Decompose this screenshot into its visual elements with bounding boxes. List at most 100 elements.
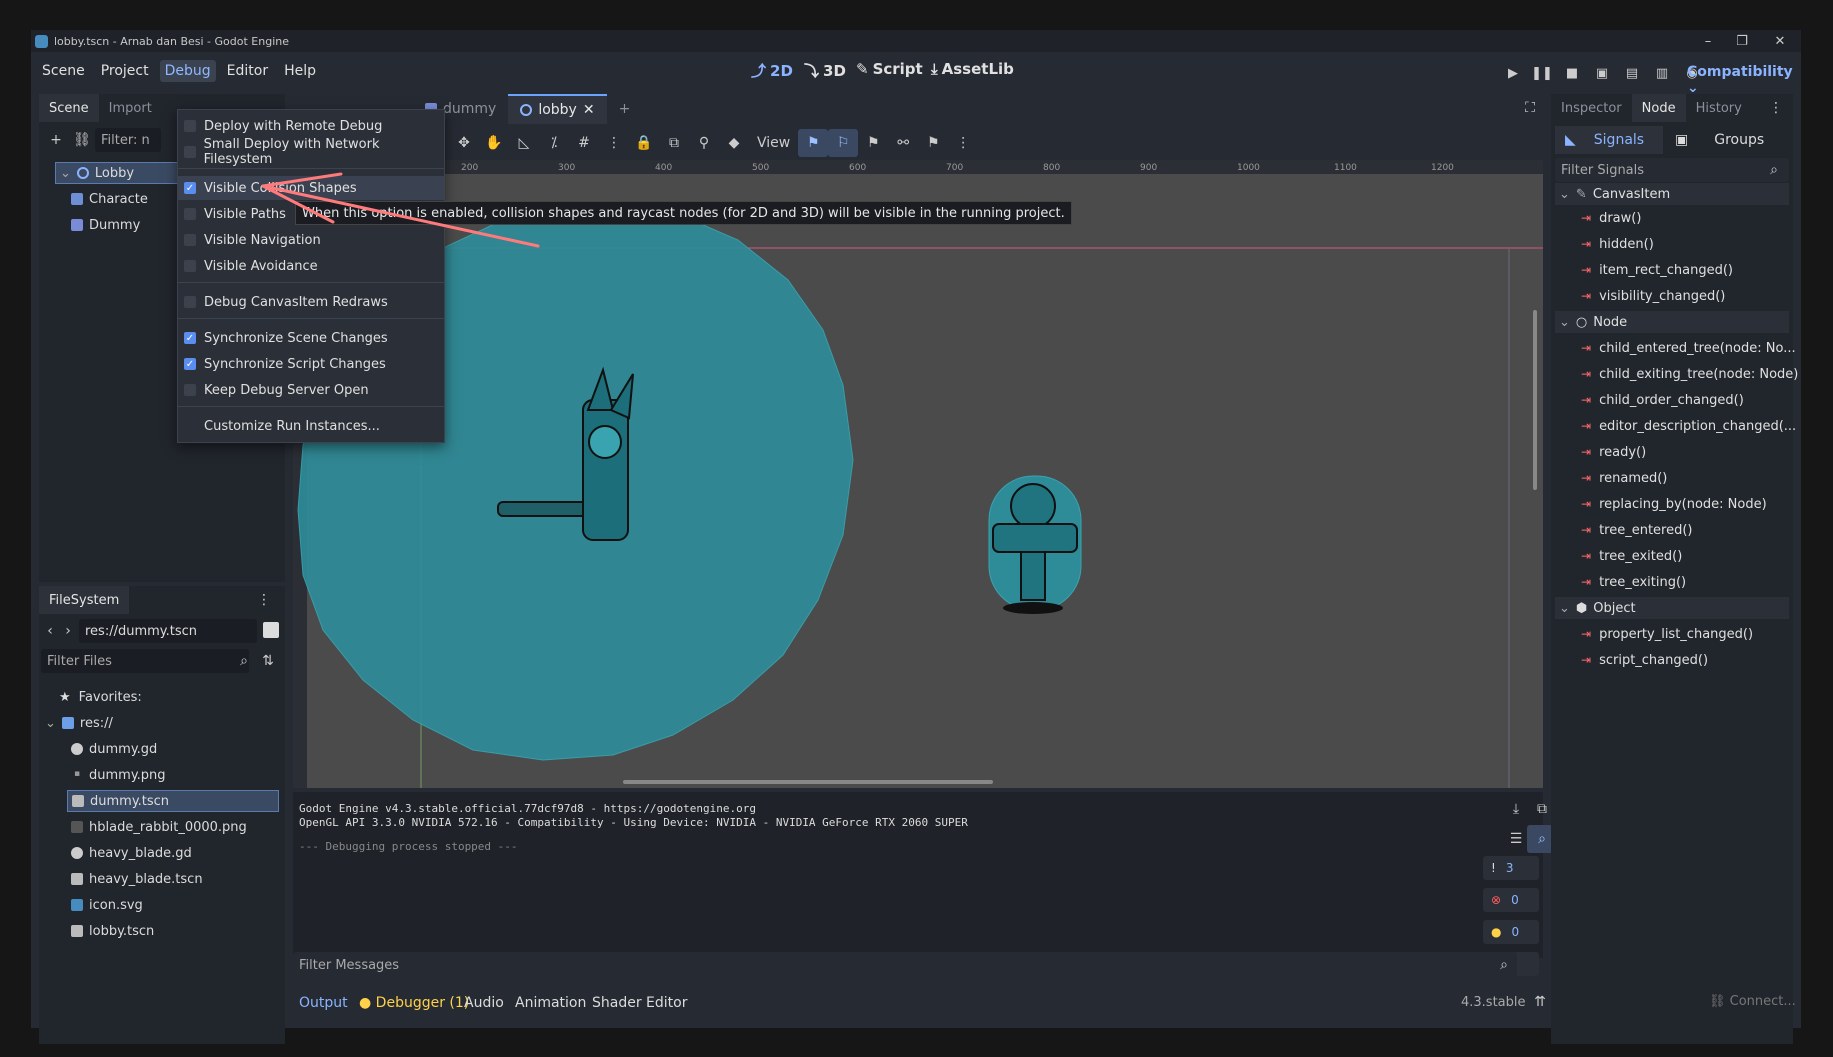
signal-item[interactable]: ⇥ tree_exited() <box>1581 545 1682 567</box>
fs-file[interactable]: heavy_blade.gd <box>71 842 192 864</box>
fs-file-selected[interactable]: dummy.tscn <box>67 790 279 812</box>
signal-item[interactable]: ⇥ editor_description_changed(... <box>1581 415 1796 437</box>
menu-item-debug-canvasitem-redraws[interactable]: Debug CanvasItem Redraws <box>178 290 444 314</box>
filesystem-path-input[interactable]: res://dummy.tscn <box>79 619 257 643</box>
signal-item[interactable]: ⇥ draw() <box>1581 207 1641 229</box>
category-node[interactable]: ⌄ ○ Node <box>1555 311 1789 333</box>
camera-override-icon[interactable]: ◆ <box>719 129 749 157</box>
signal-item[interactable]: ⇥ tree_entered() <box>1581 519 1693 541</box>
signal-item[interactable]: ⇥ tree_exiting() <box>1581 571 1686 593</box>
scene-filter-input[interactable]: Filter: n <box>95 128 161 152</box>
grid-snap-icon[interactable]: # <box>569 129 599 157</box>
menu-item-small-deploy[interactable]: Small Deploy with Network Filesystem <box>178 137 444 167</box>
menu-project[interactable]: Project <box>96 60 154 82</box>
renderer-selector[interactable]: Compatibility ⌄ <box>1687 64 1801 96</box>
close-icon[interactable]: ✕ <box>583 102 595 118</box>
menu-item-sync-scene-changes[interactable]: ✓ Synchronize Scene Changes <box>178 326 444 350</box>
play-scene-icon[interactable]: ▤ <box>1621 62 1643 84</box>
remote-debug-icon[interactable]: ▣ <box>1591 62 1613 84</box>
tree-item-character[interactable]: Characte <box>71 188 148 210</box>
menu-item-deploy-remote-debug[interactable]: Deploy with Remote Debug <box>178 114 444 138</box>
snap-options-icon[interactable]: ⋮ <box>599 129 629 157</box>
move-mode-icon[interactable]: ✥ <box>449 129 479 157</box>
forward-icon[interactable]: › <box>59 617 77 645</box>
bottom-tab-shader-editor[interactable]: Shader Editor <box>592 995 687 1011</box>
menu-item-sync-script-changes[interactable]: ✓ Synchronize Script Changes <box>178 352 444 376</box>
play-icon[interactable]: ▶ <box>1502 62 1524 84</box>
insert-position-key-icon[interactable]: ⚑ <box>798 129 829 157</box>
menu-debug[interactable]: Debug <box>159 60 216 82</box>
toggle-split-icon[interactable] <box>263 622 279 638</box>
bottom-tab-audio[interactable]: Audio <box>464 995 504 1011</box>
warning-counter[interactable]: ● 0 <box>1483 920 1539 944</box>
menu-item-visible-navigation[interactable]: Visible Navigation <box>178 228 444 252</box>
more-options-icon[interactable]: ⋮ <box>249 586 279 614</box>
error-counter[interactable]: ⊗ 0 <box>1483 888 1539 912</box>
smart-snap-icon[interactable]: ⁒ <box>539 129 569 157</box>
menu-item-visible-collision-shapes[interactable]: ✓ Visible Collision Shapes <box>178 176 444 200</box>
view-menu-button[interactable]: View <box>749 129 798 157</box>
menu-item-keep-debug-server-open[interactable]: Keep Debug Server Open <box>178 378 444 402</box>
tab-history[interactable]: History <box>1686 94 1752 122</box>
fs-file[interactable]: icon.svg <box>71 894 143 916</box>
back-icon[interactable]: ‹ <box>41 617 59 645</box>
minimize-button[interactable]: – <box>1691 30 1725 52</box>
tab-filesystem[interactable]: FileSystem <box>39 586 130 614</box>
bottom-tab-output[interactable]: Output <box>299 995 348 1011</box>
insert-scale-key-icon[interactable]: ⚑ <box>858 129 888 157</box>
workspace-2d-button[interactable]: ⤴ 2D <box>751 60 793 81</box>
distraction-free-icon[interactable]: ⛶ <box>1515 94 1545 122</box>
subtab-groups[interactable]: ▣ Groups <box>1671 126 1791 154</box>
signal-item[interactable]: ⇥ child_order_changed() <box>1581 389 1744 411</box>
subtab-signals[interactable]: ◣ Signals <box>1555 126 1663 154</box>
fs-file[interactable]: dummy.gd <box>71 738 157 760</box>
play-custom-icon[interactable]: ▥ <box>1651 62 1673 84</box>
signal-item[interactable]: ⇥ property_list_changed() <box>1581 623 1753 645</box>
workspace-assetlib-button[interactable]: ⤓ AssetLib <box>931 60 1014 78</box>
tab-scene[interactable]: Scene <box>39 94 99 122</box>
fs-file[interactable]: ▪ dummy.png <box>71 764 166 786</box>
pan-mode-icon[interactable]: ✋ <box>479 129 509 157</box>
tab-inspector[interactable]: Inspector <box>1551 94 1632 122</box>
message-counter[interactable]: ! 3 <box>1483 856 1539 880</box>
signal-item[interactable]: ⇥ renamed() <box>1581 467 1667 489</box>
signal-item[interactable]: ⇥ hidden() <box>1581 233 1654 255</box>
signal-item[interactable]: ⇥ script_changed() <box>1581 649 1708 671</box>
tab-import[interactable]: Import <box>99 94 162 122</box>
vertical-scrollbar[interactable] <box>1533 310 1537 490</box>
workspace-3d-button[interactable]: ⤵ 3D <box>804 60 846 81</box>
group-icon[interactable]: ⧉ <box>659 129 689 157</box>
fs-file[interactable]: hblade_rabbit_0000.png <box>71 816 247 838</box>
tab-node[interactable]: Node <box>1631 94 1686 122</box>
insert-key-icon[interactable]: ⚑ <box>918 129 948 157</box>
signal-item[interactable]: ⇥ replacing_by(node: Node) <box>1581 493 1767 515</box>
signal-item[interactable]: ⇥ child_exiting_tree(node: Node) <box>1581 363 1798 385</box>
filter-messages-input[interactable]: Filter Messages <box>293 952 1517 978</box>
bone-icon[interactable]: ⚲ <box>689 129 719 157</box>
bottom-tab-animation[interactable]: Animation <box>515 995 586 1011</box>
dummy-sprite[interactable] <box>988 475 1082 614</box>
connect-button[interactable]: ⛓ Connect... <box>1709 994 1796 1009</box>
menu-item-customize-run-instances[interactable]: Customize Run Instances... <box>178 414 444 438</box>
link-icon[interactable]: ⛓ <box>67 126 97 154</box>
category-canvasitem[interactable]: ⌄ ✎ CanvasItem <box>1555 183 1789 205</box>
sort-icon[interactable]: ⇅ <box>257 647 279 675</box>
pause-icon[interactable]: ❚❚ <box>1531 62 1553 84</box>
filter-files-input[interactable]: Filter Files <box>41 649 249 673</box>
fs-res-root[interactable]: ⌄ res:// <box>45 712 113 734</box>
signal-item[interactable]: ⇥ child_entered_tree(node: No... <box>1581 337 1796 359</box>
horizontal-scrollbar[interactable] <box>623 780 993 784</box>
restore-button[interactable]: ❐ <box>1725 30 1759 52</box>
fs-favorites[interactable]: ★ Favorites: <box>59 686 142 708</box>
menu-editor[interactable]: Editor <box>222 60 273 82</box>
signal-item[interactable]: ⇥ ready() <box>1581 441 1646 463</box>
scene-tab-lobby[interactable]: lobby ✕ <box>508 94 607 124</box>
category-object[interactable]: ⌄ ⬢ Object <box>1555 597 1789 619</box>
auto-key-icon[interactable]: ⚯ <box>888 129 918 157</box>
menu-item-visible-avoidance[interactable]: Visible Avoidance <box>178 254 444 278</box>
stop-icon[interactable]: ■ <box>1561 62 1583 84</box>
fs-file[interactable]: lobby.tscn <box>71 920 154 942</box>
tree-item-dummy[interactable]: Dummy <box>71 214 140 236</box>
menu-scene[interactable]: Scene <box>37 60 90 82</box>
more-options-icon[interactable]: ⋮ <box>948 129 978 157</box>
